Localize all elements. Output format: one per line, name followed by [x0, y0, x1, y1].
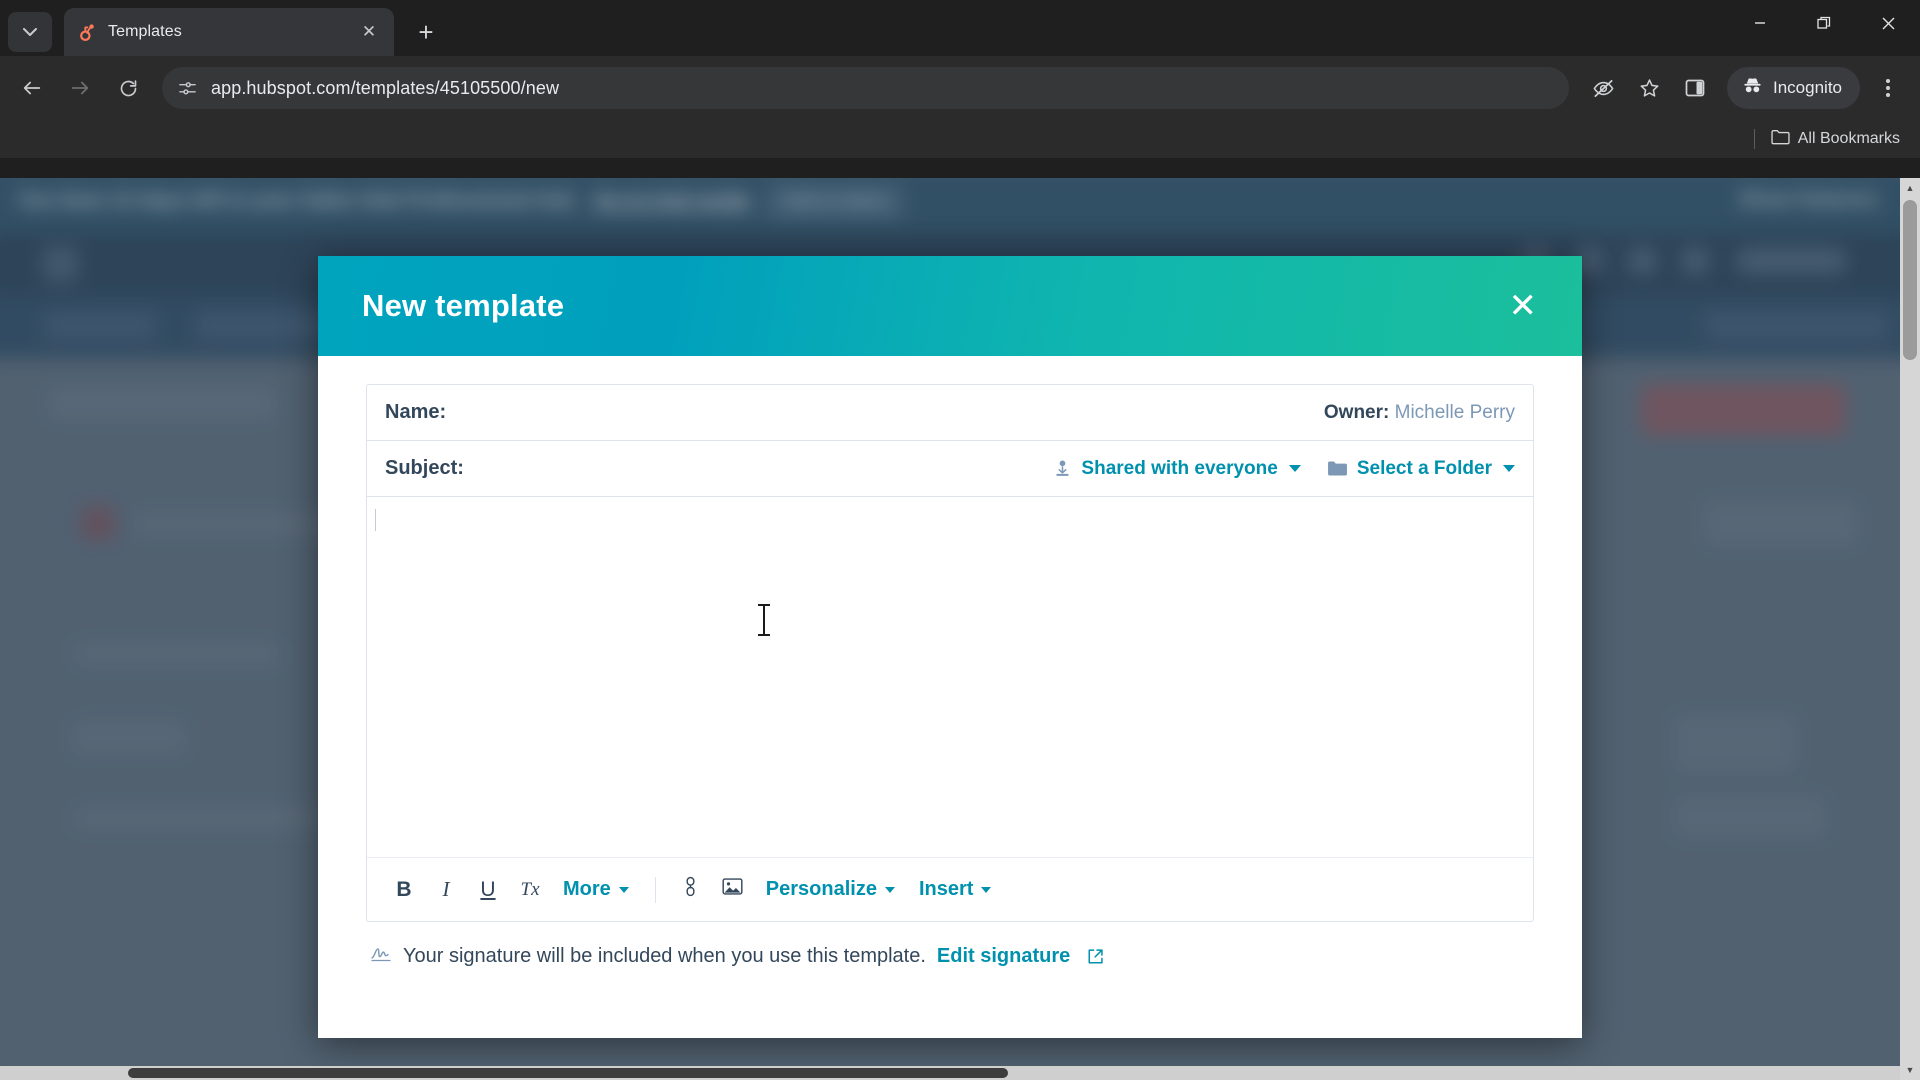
chevron-down-icon [1503, 465, 1515, 472]
incognito-indicator[interactable]: Incognito [1727, 67, 1860, 109]
sharing-dropdown[interactable]: Shared with everyone [1053, 457, 1301, 480]
new-tab-button[interactable]: + [406, 12, 446, 52]
name-row: Name: Owner: Michelle Perry [367, 385, 1533, 441]
folder-icon [1771, 129, 1790, 150]
insert-dropdown[interactable]: Insert [907, 869, 1003, 911]
signature-notice: Your signature will be included when you… [366, 922, 1534, 968]
modal-body: Name: Owner: Michelle Perry Subject: Sha… [318, 356, 1582, 1038]
tab-search-button[interactable] [8, 12, 52, 52]
side-panel-icon[interactable] [1673, 66, 1717, 110]
folder-dropdown[interactable]: Select a Folder [1327, 458, 1515, 480]
scrollbar-thumb-horizontal[interactable] [128, 1068, 1008, 1078]
toolbar-divider [654, 876, 656, 903]
incognito-icon [1741, 74, 1764, 102]
back-arrow-icon[interactable] [10, 66, 54, 110]
more-label: More [563, 878, 611, 900]
close-icon[interactable]: ✕ [1499, 285, 1548, 327]
reload-icon[interactable] [106, 66, 150, 110]
owner-value: Michelle Perry [1394, 401, 1515, 423]
all-bookmarks-button[interactable]: All Bookmarks [1765, 126, 1906, 153]
new-template-modal: New template ✕ Name: Owner: Michelle Per… [318, 256, 1582, 1038]
edit-signature-link[interactable]: Edit signature [937, 945, 1070, 968]
text-caret [375, 509, 376, 531]
subject-input[interactable] [463, 457, 1054, 480]
chevron-down-icon [884, 886, 895, 893]
modal-title: New template [362, 288, 565, 323]
sharing-label: Shared with everyone [1081, 457, 1278, 479]
modal-header: New template ✕ [318, 256, 1582, 356]
bookmarks-bar: All Bookmarks [0, 120, 1920, 158]
tab-title: Templates [108, 23, 182, 40]
template-meta-actions: Shared with everyone Select a Folder [1053, 458, 1515, 480]
more-dropdown[interactable]: More [551, 869, 641, 911]
italic-button[interactable]: I [425, 869, 467, 911]
browser-window: Templates ✕ + app.hubspot.com/templates/… [0, 0, 1920, 1080]
chevron-down-icon [618, 886, 629, 893]
browser-tab-templates[interactable]: Templates ✕ [64, 8, 394, 56]
bookmarks-divider [1753, 129, 1755, 149]
link-icon [682, 876, 699, 903]
browser-toolbar: app.hubspot.com/templates/45105500/new I… [0, 56, 1920, 120]
window-controls [1728, 0, 1920, 46]
person-share-icon [1053, 459, 1072, 478]
forward-arrow-icon[interactable] [58, 66, 102, 110]
bold-button[interactable]: B [383, 869, 425, 911]
folder-icon [1327, 460, 1348, 477]
hubspot-sprocket-icon [76, 21, 98, 43]
clear-formatting-button[interactable]: Tx [509, 869, 551, 911]
owner-display: Owner: Michelle Perry [1324, 402, 1515, 424]
name-label: Name: [385, 401, 447, 423]
page-settings-icon[interactable] [178, 79, 197, 98]
chevron-down-icon [1288, 465, 1301, 472]
subject-row: Subject: Shared with everyone Select a F… [367, 441, 1533, 497]
scrollbar-thumb[interactable] [1903, 200, 1917, 360]
incognito-label: Incognito [1773, 78, 1842, 97]
chevron-down-icon [981, 886, 992, 893]
template-editor-card: Name: Owner: Michelle Perry Subject: Sha… [366, 384, 1534, 922]
tab-strip: Templates ✕ + [0, 0, 1920, 56]
window-maximize-button[interactable] [1792, 0, 1856, 46]
image-icon [722, 877, 743, 902]
owner-label: Owner: [1323, 401, 1390, 423]
scroll-up-arrow-icon[interactable]: ▲ [1900, 178, 1920, 198]
name-input[interactable] [446, 401, 1324, 424]
template-body-editor[interactable] [367, 497, 1533, 857]
signature-icon [370, 944, 392, 968]
page-scrollbar-vertical[interactable]: ▲ ▼ [1900, 178, 1920, 1080]
mouse-cursor-ibeam [757, 603, 771, 637]
external-link-icon[interactable] [1087, 948, 1104, 965]
subject-label: Subject: [385, 457, 464, 479]
address-bar[interactable]: app.hubspot.com/templates/45105500/new [162, 67, 1569, 109]
link-button[interactable] [670, 869, 712, 911]
tab-close-icon[interactable]: ✕ [356, 19, 382, 45]
image-button[interactable] [712, 869, 754, 911]
page-viewport: You have 13 days left in your Sales Hub … [0, 178, 1920, 1080]
insert-label: Insert [918, 878, 974, 900]
rich-text-toolbar: B I U Tx More Personalize Insert [367, 857, 1533, 921]
personalize-label: Personalize [765, 878, 877, 900]
toolbar-actions: Incognito [1581, 66, 1910, 110]
underline-button[interactable]: U [467, 869, 509, 911]
all-bookmarks-label: All Bookmarks [1797, 130, 1900, 147]
address-bar-url: app.hubspot.com/templates/45105500/new [211, 77, 560, 98]
scroll-down-arrow-icon[interactable]: ▼ [1900, 1060, 1920, 1080]
three-dot-menu-icon[interactable] [1866, 66, 1910, 110]
star-icon[interactable] [1627, 66, 1671, 110]
page-scrollbar-horizontal[interactable] [0, 1066, 1900, 1080]
eye-slash-icon[interactable] [1581, 66, 1625, 110]
window-minimize-button[interactable] [1728, 0, 1792, 46]
personalize-dropdown[interactable]: Personalize [754, 869, 907, 911]
folder-label: Select a Folder [1356, 457, 1492, 479]
window-close-button[interactable] [1856, 0, 1920, 46]
signature-text: Your signature will be included when you… [403, 944, 926, 967]
chevron-down-icon [23, 27, 37, 36]
